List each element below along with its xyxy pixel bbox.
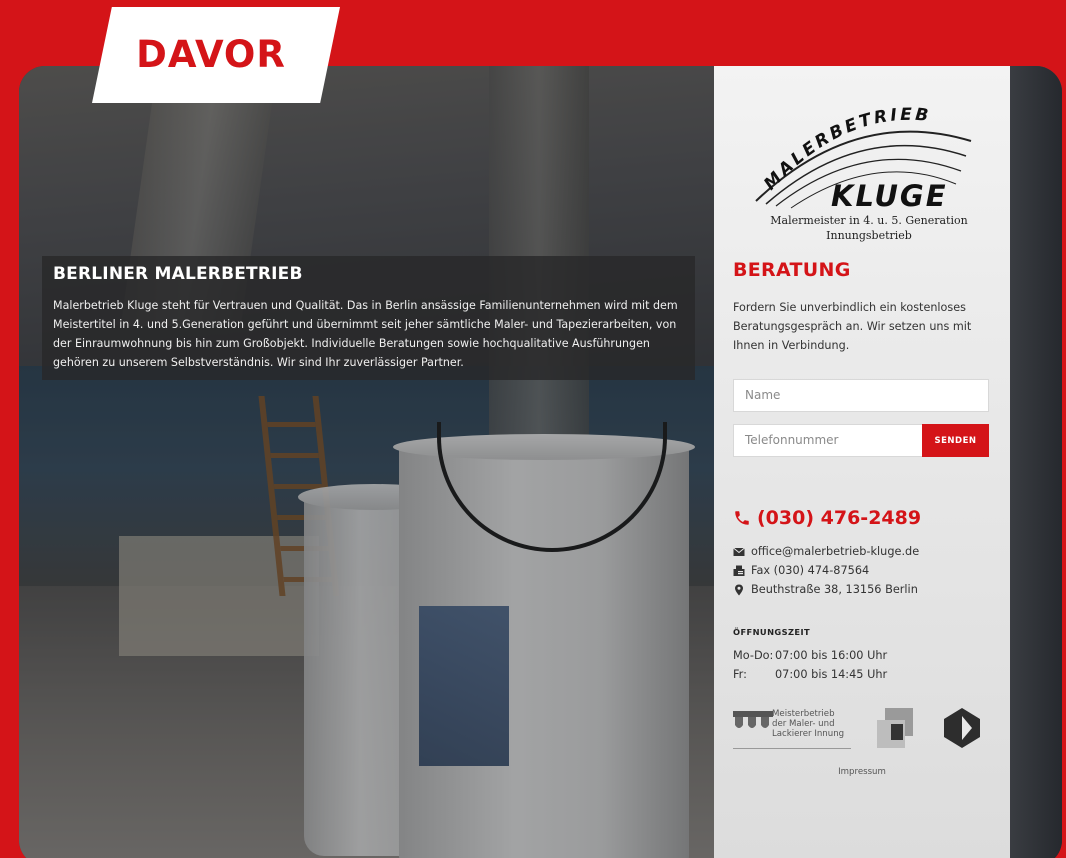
company-logo[interactable]: MALERBETRIEB KLUGE Malermeister in 4. u.… [736, 96, 996, 246]
hours-row: Mo-Do: 07:00 bis 16:00 Uhr [733, 649, 887, 662]
hours-day: Fr: [733, 668, 747, 681]
map-marker-icon [735, 584, 743, 595]
hours-time: 07:00 bis 16:00 Uhr [775, 649, 888, 662]
logo-graphic: MALERBETRIEB KLUGE [755, 105, 972, 213]
phone-number[interactable]: (030) 476-2489 [733, 507, 921, 529]
innung-badge[interactable]: Meisterbetrieb der Maler- und Lackierer … [733, 706, 853, 750]
page-frame: BERLINER MALERBETRIEB Malerbetrieb Kluge… [19, 66, 1062, 858]
badges: Meisterbetrieb der Maler- und Lackierer … [733, 706, 993, 751]
hours-title: ÖFFNUNGSZEIT [733, 627, 811, 637]
squares-logo-icon[interactable] [875, 706, 915, 750]
send-button[interactable]: SENDEN [922, 424, 989, 457]
intro-title: BERLINER MALERBETRIEB [53, 264, 303, 284]
logo-line1: Malermeister in 4. u. 5. Generation [770, 214, 968, 227]
email-text: office@malerbetrieb-kluge.de [751, 545, 920, 558]
hours-day: Mo-Do: [733, 649, 774, 662]
fax-row: Fax (030) 474-87564 [733, 564, 869, 577]
innung-line1: Meisterbetrieb [772, 709, 835, 719]
innung-text: Meisterbetrieb der Maler- und Lackierer … [772, 709, 844, 739]
hexagon-logo-icon[interactable] [940, 706, 984, 750]
innung-shield-icon [733, 711, 773, 728]
sidebar-panel: MALERBETRIEB KLUGE Malermeister in 4. u.… [714, 66, 1010, 858]
phone-input[interactable]: Telefonnummer [733, 424, 923, 457]
phone-text: (030) 476-2489 [757, 507, 922, 529]
address-text: Beuthstraße 38, 13156 Berlin [751, 583, 918, 596]
intro-box: BERLINER MALERBETRIEB Malerbetrieb Kluge… [42, 256, 695, 380]
logo-line2: Innungsbetrieb [826, 229, 912, 242]
beratung-text: Fordern Sie unverbindlich ein kostenlose… [733, 301, 972, 352]
intro-text: Malerbetrieb Kluge steht für Vertrauen u… [53, 299, 678, 369]
email-row[interactable]: office@malerbetrieb-kluge.de [733, 545, 919, 558]
beratung-title: BERATUNG [733, 259, 851, 281]
fax-text: Fax (030) 474-87564 [751, 564, 870, 577]
innung-line2: der Maler- und [772, 719, 835, 729]
name-input[interactable]: Name [733, 379, 989, 412]
envelope-icon [733, 547, 745, 556]
fax-icon [733, 565, 745, 576]
phone-icon [735, 511, 749, 525]
davor-label: DAVOR [136, 32, 286, 76]
photo-right-edge [1009, 66, 1062, 858]
address-row: Beuthstraße 38, 13156 Berlin [733, 583, 918, 596]
impressum-link[interactable]: Impressum [714, 767, 1010, 777]
hours-row: Fr: 07:00 bis 14:45 Uhr [733, 668, 887, 681]
innung-underline [733, 748, 851, 749]
davor-tag: DAVOR [92, 7, 340, 103]
logo-name: KLUGE [831, 179, 948, 213]
innung-line3: Lackierer Innung [772, 729, 845, 739]
hours-time: 07:00 bis 14:45 Uhr [775, 668, 888, 681]
